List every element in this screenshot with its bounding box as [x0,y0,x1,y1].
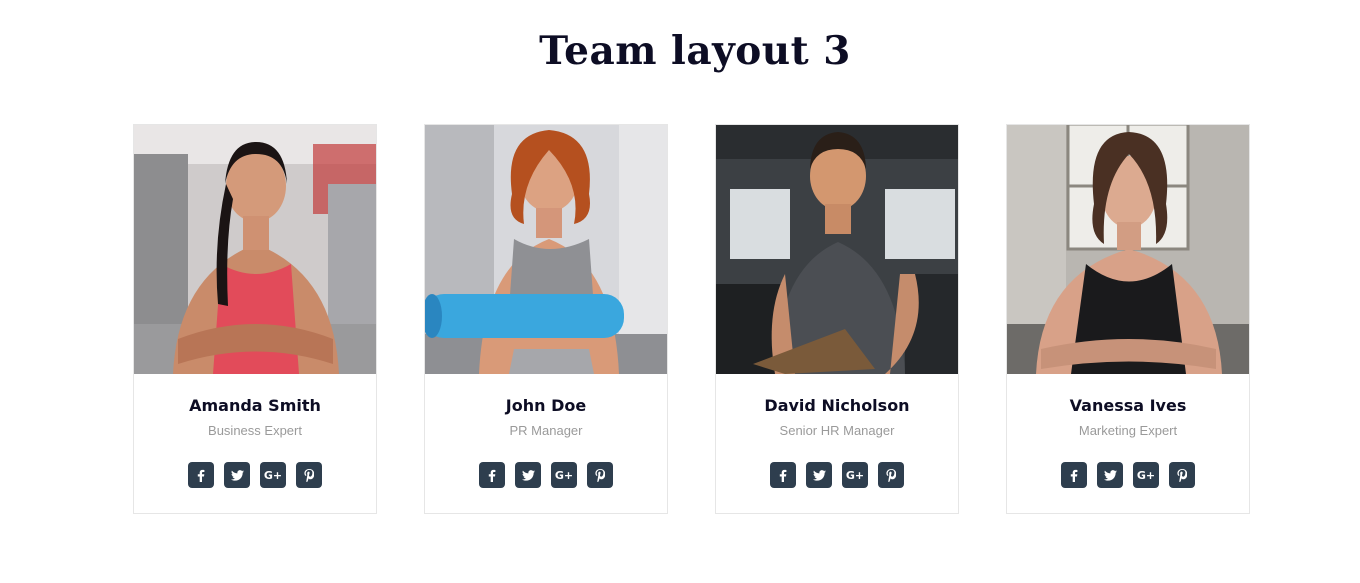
member-role: Senior HR Manager [779,423,895,438]
google-plus-icon[interactable]: G+ [551,462,577,488]
member-name: Vanessa Ives [1069,396,1187,415]
twitter-icon[interactable] [224,462,250,488]
social-links: G+ [425,462,667,488]
google-plus-icon[interactable]: G+ [1133,462,1159,488]
google-plus-icon[interactable]: G+ [842,462,868,488]
facebook-icon[interactable] [770,462,796,488]
woman-black-top-photo [1007,125,1249,374]
facebook-icon[interactable] [479,462,505,488]
twitter-icon[interactable] [806,462,832,488]
woman-red-top-photo [134,125,376,374]
pinterest-icon[interactable] [1169,462,1195,488]
facebook-icon[interactable] [1061,462,1087,488]
google-plus-icon[interactable]: G+ [260,462,286,488]
team-card: John Doe PR Manager G+ [424,124,668,514]
member-role: PR Manager [509,423,583,438]
pinterest-icon[interactable] [878,462,904,488]
woman-gray-top-with-mat-photo [425,125,667,374]
social-links: G+ [134,462,376,488]
page-title: Team layout 3 [539,28,851,74]
man-with-clipboard-photo [716,125,958,374]
social-links: G+ [716,462,958,488]
member-name: John Doe [505,396,587,415]
twitter-icon[interactable] [515,462,541,488]
team-grid: Amanda Smith Business Expert G+ John Doe… [133,124,1250,514]
facebook-icon[interactable] [188,462,214,488]
team-card: Vanessa Ives Marketing Expert G+ [1006,124,1250,514]
team-card: David Nicholson Senior HR Manager G+ [715,124,959,514]
member-name: Amanda Smith [189,396,321,415]
pinterest-icon[interactable] [587,462,613,488]
twitter-icon[interactable] [1097,462,1123,488]
member-role: Business Expert [208,423,302,438]
member-role: Marketing Expert [1078,423,1178,438]
social-links: G+ [1007,462,1249,488]
team-card: Amanda Smith Business Expert G+ [133,124,377,514]
pinterest-icon[interactable] [296,462,322,488]
member-name: David Nicholson [764,396,910,415]
